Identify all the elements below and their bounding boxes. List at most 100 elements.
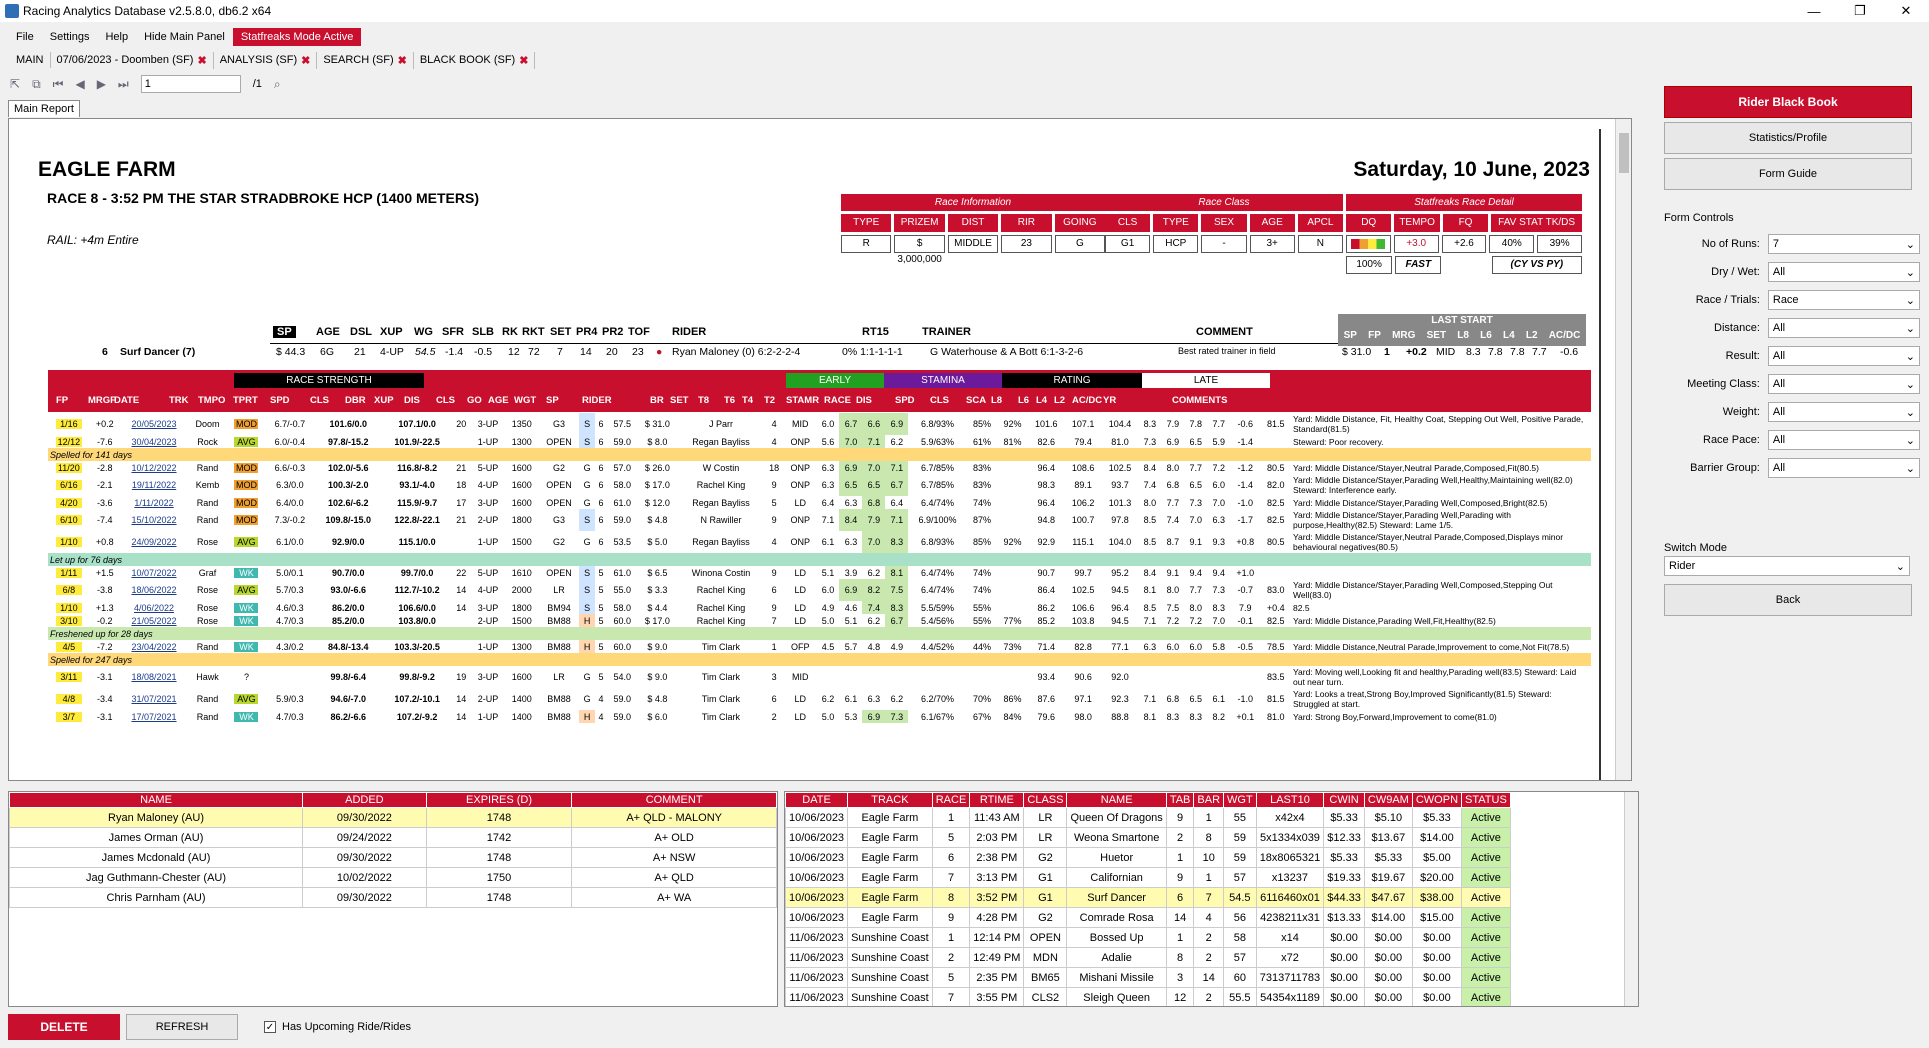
rides-col-header[interactable]: WGT (1224, 793, 1257, 808)
tab-close-icon[interactable]: ✖ (197, 54, 206, 67)
rides-scrollbar[interactable] (1624, 792, 1638, 1006)
rides-col-header[interactable]: CWOPN (1412, 793, 1461, 808)
rides-row[interactable]: 10/06/2023Eagle Farm73:13 PMG1California… (786, 868, 1511, 888)
delete-button[interactable]: DELETE (8, 1014, 120, 1040)
menu-help[interactable]: Help (97, 28, 136, 46)
rides-col-header[interactable]: TRACK (848, 793, 933, 808)
tab-black-book[interactable]: BLACK BOOK (SF)✖ (414, 52, 536, 69)
close-icon[interactable]: ✕ (1883, 0, 1929, 22)
rides-col-header[interactable]: CWIN (1324, 793, 1365, 808)
next-page-icon[interactable]: ▶ (97, 77, 106, 91)
rider-black-book-button[interactable]: Rider Black Book (1664, 86, 1912, 118)
rides-row[interactable]: 10/06/2023Eagle Farm52:03 PMLRWeona Smar… (786, 828, 1511, 848)
report-scrollbar[interactable] (1615, 119, 1631, 780)
export-icon[interactable]: ⇱ (10, 77, 20, 91)
filter-select[interactable]: All⌄ (1768, 346, 1920, 366)
upcoming-rides-checkbox[interactable]: ✓Has Upcoming Ride/Rides (264, 1021, 411, 1033)
rides-col-header[interactable]: RTIME (970, 793, 1024, 808)
bb-col-header[interactable]: NAME (10, 793, 303, 808)
rides-col-header[interactable]: RACE (932, 793, 970, 808)
form-date-link[interactable]: 10/07/2022 (120, 566, 188, 579)
form-cell: 106.2 (1065, 496, 1102, 509)
filter-select[interactable]: Race⌄ (1768, 290, 1920, 310)
filter-select[interactable]: All⌄ (1768, 374, 1920, 394)
refresh-button[interactable]: REFRESH (126, 1014, 238, 1040)
back-button[interactable]: Back (1664, 584, 1912, 616)
form-date-link[interactable]: 17/07/2021 (120, 710, 188, 723)
rides-row[interactable]: 10/06/2023Eagle Farm83:52 PMG1Surf Dance… (786, 888, 1511, 908)
bb-row[interactable]: Chris Parnham (AU)09/30/20221748A+ WA (10, 888, 777, 908)
form-date-link[interactable]: 4/06/2022 (120, 601, 188, 614)
tab-close-icon[interactable]: ✖ (301, 54, 310, 67)
rides-col-header[interactable]: CLASS (1024, 793, 1067, 808)
rides-row[interactable]: 11/06/2023Sunshine Coast212:49 PMMDNAdal… (786, 948, 1511, 968)
form-cell: 5.0/0.1 (266, 566, 314, 579)
rides-row[interactable]: 10/06/2023Eagle Farm94:28 PMG2Comrade Ro… (786, 908, 1511, 928)
rides-row[interactable]: 11/06/2023Sunshine Coast52:35 PMBM65Mish… (786, 968, 1511, 988)
find-icon[interactable]: ⌕ (274, 77, 281, 92)
checkbox-check-icon[interactable]: ✓ (264, 1021, 276, 1033)
menu-file[interactable]: File (8, 28, 42, 46)
statfreaks-mode-badge[interactable]: Statfreaks Mode Active (233, 28, 362, 46)
rides-col-header[interactable]: BAR (1194, 793, 1224, 808)
page-number-input[interactable] (141, 75, 241, 93)
form-date-link[interactable]: 21/05/2022 (120, 614, 188, 627)
last-page-icon[interactable]: ⏭ (118, 77, 129, 92)
bb-row[interactable]: Jag Guthmann-Chester (AU)10/02/20221750A… (10, 868, 777, 888)
rides-row[interactable]: 11/06/2023Sunshine Coast112:14 PMOPENBos… (786, 928, 1511, 948)
rides-row[interactable]: 10/06/2023Eagle Farm111:43 AMLRQueen Of … (786, 808, 1511, 828)
tab-close-icon[interactable]: ✖ (398, 54, 407, 67)
menu-hide-main-panel[interactable]: Hide Main Panel (136, 28, 233, 46)
first-page-icon[interactable]: ⏮ (53, 77, 64, 92)
main-report-tab[interactable]: Main Report (8, 100, 80, 117)
bb-col-header[interactable]: EXPIRES (D) (426, 793, 572, 808)
rides-col-header[interactable]: STATUS (1462, 793, 1511, 808)
rides-col-header[interactable]: LAST10 (1256, 793, 1324, 808)
form-date-link[interactable]: 23/04/2022 (120, 640, 188, 653)
rides-col-header[interactable]: TAB (1166, 793, 1194, 808)
form-date-link[interactable]: 10/12/2022 (120, 461, 188, 474)
rides-col-header[interactable]: DATE (786, 793, 848, 808)
form-date-link[interactable]: 20/05/2023 (120, 413, 188, 435)
form-date-link[interactable]: 31/07/2021 (120, 688, 188, 710)
bb-row[interactable]: Ryan Maloney (AU)09/30/20221748A+ QLD - … (10, 808, 777, 828)
tab-analysis[interactable]: ANALYSIS (SF)✖ (214, 52, 318, 69)
copy-icon[interactable]: ⧉ (32, 77, 41, 92)
bb-col-header[interactable]: ADDED (303, 793, 427, 808)
filter-select[interactable]: All⌄ (1768, 402, 1920, 422)
filter-select[interactable]: All⌄ (1768, 458, 1920, 478)
bb-col-header[interactable]: COMMENT (572, 793, 777, 808)
rides-col-header[interactable]: NAME (1067, 793, 1166, 808)
menu-settings[interactable]: Settings (42, 28, 98, 46)
statistics-profile-button[interactable]: Statistics/Profile (1664, 122, 1912, 154)
form-date-link[interactable]: 30/04/2023 (120, 435, 188, 448)
form-cell: 4 (595, 688, 608, 710)
rides-col-header[interactable]: CW9AM (1364, 793, 1412, 808)
form-date-link[interactable]: 19/11/2022 (120, 474, 188, 496)
minimize-icon[interactable]: — (1791, 0, 1837, 22)
form-date-link[interactable]: 1/11/2022 (120, 496, 188, 509)
form-date-link[interactable]: 24/09/2022 (120, 531, 188, 553)
rides-row[interactable]: 10/06/2023Eagle Farm62:38 PMG2Huetor1105… (786, 848, 1511, 868)
filter-select[interactable]: All⌄ (1768, 318, 1920, 338)
bb-row[interactable]: James Orman (AU)09/24/20221742A+ OLD (10, 828, 777, 848)
tab-close-icon[interactable]: ✖ (519, 54, 528, 67)
black-book-grid[interactable]: NAMEADDEDEXPIRES (D)COMMENTRyan Maloney … (8, 791, 778, 1007)
upcoming-rides-grid[interactable]: DATETRACKRACERTIMECLASSNAMETABBARWGTLAST… (784, 791, 1639, 1007)
tab-search[interactable]: SEARCH (SF)✖ (317, 52, 414, 69)
form-cell: 77.1 (1102, 640, 1139, 653)
tab-main[interactable]: MAIN (10, 52, 51, 68)
filter-select[interactable]: All⌄ (1768, 430, 1920, 450)
prev-page-icon[interactable]: ◀ (75, 77, 84, 91)
switch-mode-select[interactable]: Rider⌄ (1664, 556, 1910, 576)
form-date-link[interactable]: 18/08/2021 (120, 666, 188, 688)
form-date-link[interactable]: 15/10/2022 (120, 509, 188, 531)
tab-doomben[interactable]: 07/06/2023 - Doomben (SF)✖ (51, 52, 214, 69)
form-date-link[interactable]: 18/06/2022 (120, 579, 188, 601)
bb-row[interactable]: James Mcdonald (AU)09/30/20221748A+ NSW (10, 848, 777, 868)
maximize-icon[interactable]: ❐ (1837, 0, 1883, 22)
form-guide-button[interactable]: Form Guide (1664, 158, 1912, 190)
filter-select[interactable]: 7⌄ (1768, 234, 1920, 254)
filter-select[interactable]: All⌄ (1768, 262, 1920, 282)
rides-row[interactable]: 11/06/2023Sunshine Coast73:55 PMCLS2Slei… (786, 988, 1511, 1008)
